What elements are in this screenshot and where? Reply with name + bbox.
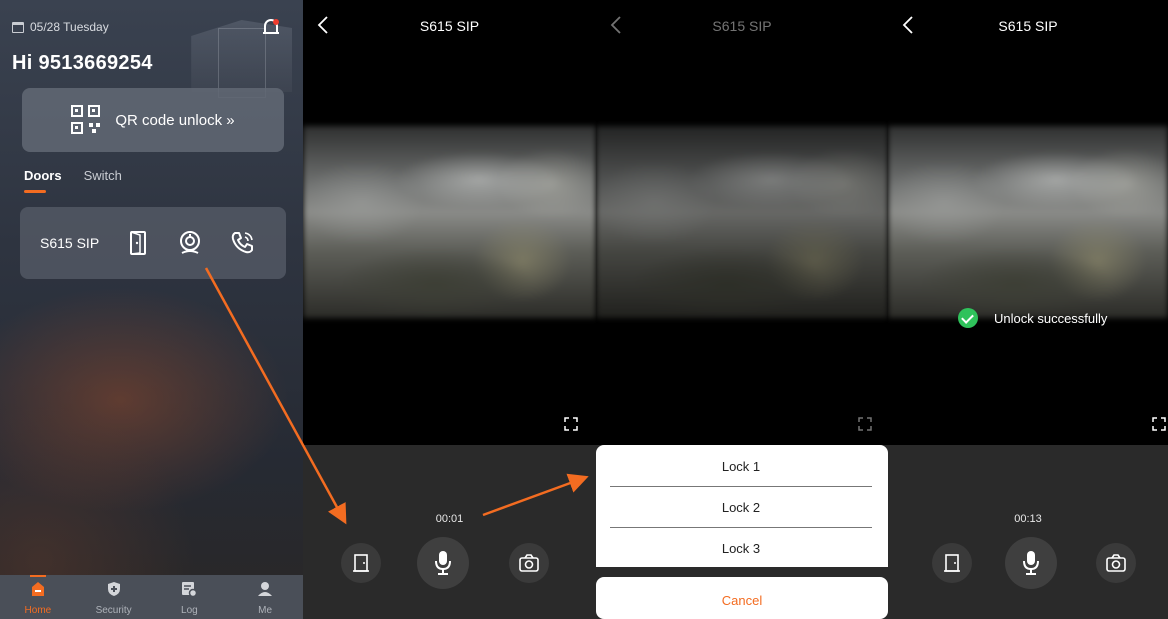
unlock-toast-text: Unlock successfully: [994, 310, 1108, 326]
cancel-button[interactable]: Cancel: [596, 577, 888, 619]
door-icon: [353, 554, 369, 572]
fullscreen-icon[interactable]: [858, 417, 872, 431]
fullscreen-icon[interactable]: [564, 417, 578, 431]
greeting: Hi 9513669254: [12, 52, 153, 74]
qr-code-icon: [71, 105, 101, 135]
nav-security-label: Security: [95, 605, 132, 616]
unlock-button[interactable]: [341, 543, 381, 583]
qr-unlock-label: QR code unlock »: [115, 111, 235, 129]
tab-doors[interactable]: Doors: [24, 168, 62, 193]
door-name: S615 SIP: [40, 235, 100, 251]
calendar-icon: [12, 21, 24, 33]
qr-unlock-button[interactable]: QR code unlock »: [22, 88, 284, 152]
nav-home-label: Home: [24, 605, 52, 616]
camera-icon: [519, 554, 539, 572]
call-screen-2: S615 SIP Lock 1 Lock 2 Lock 3 Cancel: [596, 0, 888, 619]
call-title: S615 SIP: [712, 18, 772, 34]
nav-security[interactable]: Security: [84, 575, 144, 619]
nav-log[interactable]: Log: [159, 575, 219, 619]
home-icon: [31, 582, 44, 596]
video-feed: [888, 126, 1168, 318]
door-icon: [944, 554, 960, 572]
call-timer: 00:13: [1014, 513, 1042, 525]
unlock-button[interactable]: [932, 543, 972, 583]
mic-button[interactable]: [1005, 537, 1057, 589]
nav-me[interactable]: Me: [235, 575, 295, 619]
call-screen-3: S615 SIP Unlock successfully 00:13: [888, 0, 1168, 619]
check-icon: [958, 308, 978, 328]
camera-monitor-icon[interactable]: [176, 229, 204, 257]
person-icon: [258, 582, 273, 596]
home-screen: 05/28 Tuesday Hi 9513669254 QR code unlo…: [0, 0, 303, 619]
bell-icon[interactable]: [262, 18, 280, 38]
date-row: 05/28 Tuesday: [12, 20, 109, 34]
door-card[interactable]: S615 SIP: [20, 207, 286, 279]
nav-home[interactable]: Home: [8, 575, 68, 619]
call-controls: [888, 445, 1168, 619]
call-timer: 00:01: [435, 513, 464, 525]
log-icon: [182, 582, 198, 597]
lock-select-sheet: Lock 1 Lock 2 Lock 3: [596, 445, 888, 567]
lock-option-2[interactable]: Lock 2: [610, 488, 872, 528]
call-title: S615 SIP: [419, 18, 480, 34]
snapshot-button[interactable]: [509, 543, 549, 583]
nav-me-label: Me: [258, 605, 273, 616]
bottom-nav: Home Security Log Me: [0, 575, 303, 619]
mic-button[interactable]: [417, 537, 469, 589]
snapshot-button[interactable]: [1096, 543, 1136, 583]
nav-log-label: Log: [181, 605, 198, 616]
call-controls: [303, 445, 596, 619]
tab-switch[interactable]: Switch: [84, 168, 122, 183]
lock-option-3[interactable]: Lock 3: [610, 529, 872, 569]
video-feed: [303, 126, 596, 318]
unlock-toast: Unlock successfully: [958, 308, 1107, 328]
lock-option-1[interactable]: Lock 1: [610, 447, 872, 487]
microphone-icon: [1023, 551, 1039, 575]
call-screen-1: S615 SIP 00:01: [303, 0, 596, 619]
call-title: S615 SIP: [998, 18, 1058, 34]
microphone-icon: [435, 551, 451, 575]
date-text: 05/28 Tuesday: [30, 20, 109, 34]
door-tabs: Doors Switch: [24, 168, 122, 193]
door-icon[interactable]: [124, 229, 152, 257]
fullscreen-icon[interactable]: [1152, 417, 1166, 431]
phone-call-icon[interactable]: [228, 229, 256, 257]
video-feed: [596, 126, 888, 318]
camera-icon: [1106, 554, 1126, 572]
shield-icon: [107, 582, 120, 596]
